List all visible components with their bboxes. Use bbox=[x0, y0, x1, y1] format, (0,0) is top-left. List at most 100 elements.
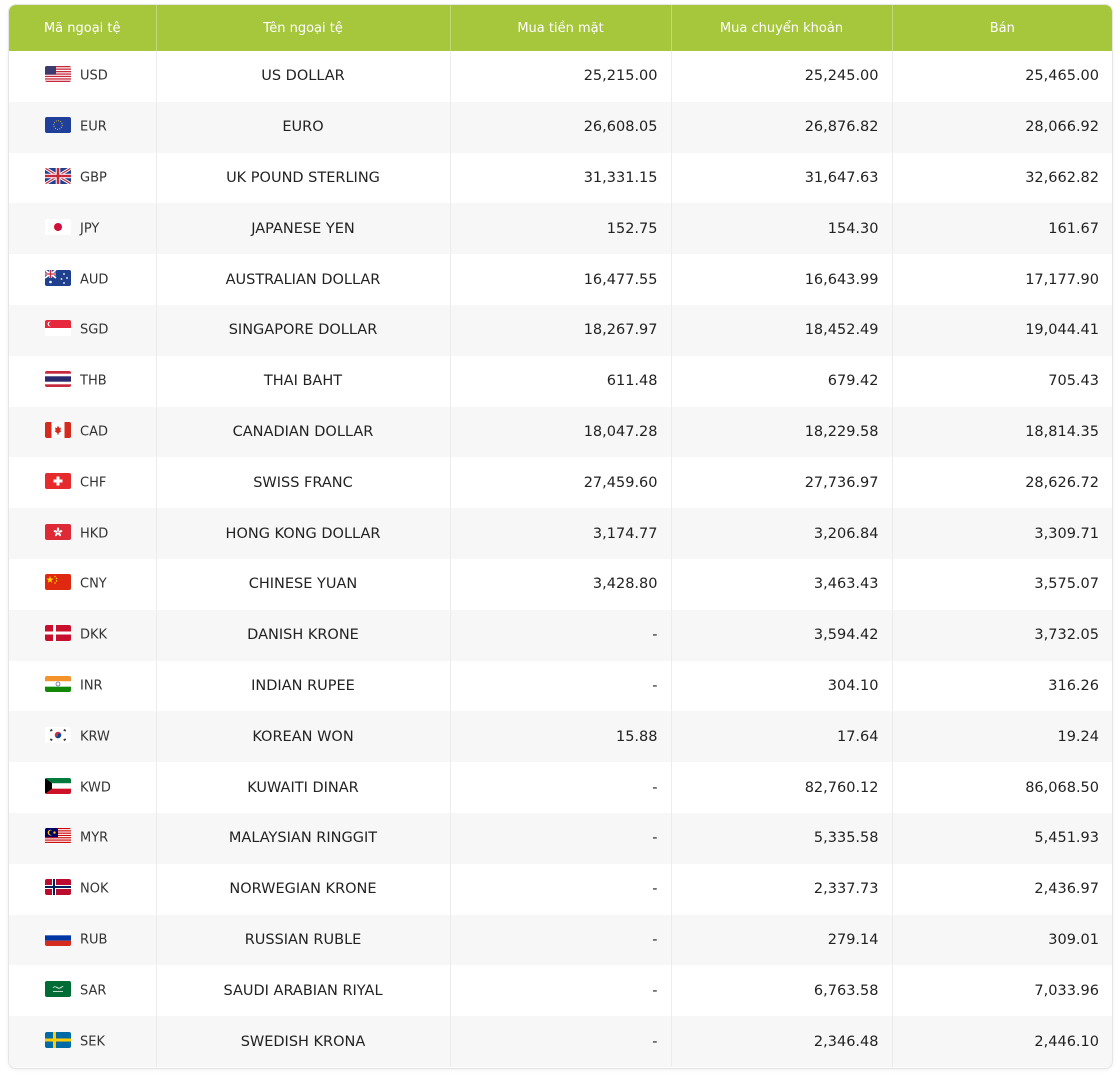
transfer-buy-rate: 154.30 bbox=[671, 203, 893, 255]
currency-code-cell: SEK bbox=[9, 1016, 157, 1067]
table-row: CNY CHINESE YUAN 3,428.80 3,463.43 3,575.07 bbox=[9, 558, 1112, 610]
currency-name: SINGAPORE DOLLAR bbox=[156, 304, 451, 356]
currency-code: NOK bbox=[80, 881, 109, 897]
sell-rate: 705.43 bbox=[892, 355, 1112, 407]
header-sell: Bán bbox=[892, 5, 1112, 51]
transfer-buy-rate: 6,763.58 bbox=[671, 965, 893, 1017]
transfer-buy-rate: 679.42 bbox=[671, 355, 893, 407]
table-row: MYR MALAYSIAN RINGGIT -5,335.58 5,451.93 bbox=[9, 812, 1112, 864]
cash-buy-rate: 25,215.00 bbox=[450, 51, 672, 102]
cash-buy-rate: - bbox=[450, 609, 672, 661]
currency-name: THAI BAHT bbox=[156, 355, 451, 407]
table-row: CHF SWISS FRANC 27,459.60 27,736.97 28,626.7… bbox=[9, 457, 1112, 509]
currency-name: CHINESE YUAN bbox=[156, 558, 451, 610]
transfer-buy-rate: 279.14 bbox=[671, 914, 893, 966]
currency-code-cell: EUR bbox=[9, 101, 157, 153]
transfer-buy-rate: 3,463.43 bbox=[671, 558, 893, 610]
table-row: THB THAI BAHT 611.48 679.42 705.43 bbox=[9, 355, 1112, 407]
sell-rate: 3,575.07 bbox=[892, 558, 1112, 610]
cash-buy-rate: - bbox=[450, 660, 672, 712]
sell-rate: 28,066.92 bbox=[892, 101, 1112, 153]
sell-rate: 2,446.10 bbox=[892, 1016, 1112, 1067]
currency-code: SGD bbox=[80, 322, 109, 338]
sell-rate: 2,436.97 bbox=[892, 863, 1112, 915]
sell-rate: 19,044.41 bbox=[892, 304, 1112, 356]
currency-code: EUR bbox=[80, 119, 107, 135]
currency-code: THB bbox=[80, 373, 107, 389]
sa-flag-icon bbox=[45, 980, 71, 997]
currency-code-cell: THB bbox=[9, 355, 157, 407]
currency-code: MYR bbox=[80, 830, 109, 846]
exchange-rate-table-container: Mã ngoại tệ Tên ngoại tệ Mua tiền mặt Mu… bbox=[8, 4, 1113, 1069]
currency-code-cell: AUD bbox=[9, 254, 157, 305]
currency-code-cell: KWD bbox=[9, 762, 157, 813]
currency-name: HONG KONG DOLLAR bbox=[156, 508, 451, 559]
kw-flag-icon bbox=[45, 777, 71, 794]
cash-buy-rate: 152.75 bbox=[450, 203, 672, 255]
table-row: NOK NORWEGIAN KRONE -2,337.73 2,436.97 bbox=[9, 863, 1112, 915]
cash-buy-rate: 26,608.05 bbox=[450, 101, 672, 153]
sell-rate: 161.67 bbox=[892, 203, 1112, 255]
cash-buy-rate: 31,331.15 bbox=[450, 152, 672, 204]
header-currency-name: Tên ngoại tệ bbox=[156, 5, 451, 51]
currency-code-cell: USD bbox=[9, 51, 157, 102]
currency-code: CNY bbox=[80, 576, 107, 592]
currency-code-cell: HKD bbox=[9, 508, 157, 559]
currency-code-cell: NOK bbox=[9, 863, 157, 915]
currency-code-cell: SAR bbox=[9, 965, 157, 1017]
currency-code: INR bbox=[80, 678, 103, 694]
sell-rate: 25,465.00 bbox=[892, 51, 1112, 102]
cash-buy-rate: - bbox=[450, 914, 672, 966]
sell-rate: 18,814.35 bbox=[892, 406, 1112, 458]
currency-name: US DOLLAR bbox=[156, 51, 451, 102]
currency-code: SAR bbox=[80, 983, 107, 999]
currency-code-cell: DKK bbox=[9, 609, 157, 661]
currency-code: DKK bbox=[80, 627, 108, 643]
ru-flag-icon bbox=[45, 929, 71, 946]
currency-code: SEK bbox=[80, 1034, 105, 1050]
eu-flag-icon bbox=[45, 117, 71, 134]
cash-buy-rate: 3,428.80 bbox=[450, 558, 672, 610]
table-row: HKD HONG KONG DOLLAR 3,174.77 3,206.84 3,309… bbox=[9, 508, 1112, 559]
currency-name: SWISS FRANC bbox=[156, 457, 451, 509]
header-transfer-buy: Mua chuyển khoản bbox=[671, 5, 893, 51]
currency-code: HKD bbox=[80, 526, 109, 542]
cash-buy-rate: 18,267.97 bbox=[450, 304, 672, 356]
currency-name: SWEDISH KRONA bbox=[156, 1016, 451, 1067]
header-currency-code: Mã ngoại tệ bbox=[9, 5, 157, 51]
gb-flag-icon bbox=[45, 167, 71, 184]
currency-name: SAUDI ARABIAN RIYAL bbox=[156, 965, 451, 1017]
sell-rate: 316.26 bbox=[892, 660, 1112, 712]
table-body: USD US DOLLAR 25,215.00 25,245.00 25,465.00 E… bbox=[9, 51, 1112, 1067]
table-row: RUB RUSSIAN RUBLE -279.14 309.01 bbox=[9, 914, 1112, 966]
header-row: Mã ngoại tệ Tên ngoại tệ Mua tiền mặt Mu… bbox=[9, 5, 1112, 51]
us-flag-icon bbox=[45, 66, 71, 83]
sell-rate: 3,732.05 bbox=[892, 609, 1112, 661]
currency-name: NORWEGIAN KRONE bbox=[156, 863, 451, 915]
currency-name: KOREAN WON bbox=[156, 711, 451, 763]
currency-code-cell: CNY bbox=[9, 558, 157, 610]
jp-flag-icon bbox=[45, 218, 71, 235]
table-row: GBP UK POUND STERLING 31,331.15 31,647.63 32… bbox=[9, 152, 1112, 204]
table-row: EUR EURO 26,608.05 26,876.82 28,066.92 bbox=[9, 101, 1112, 153]
transfer-buy-rate: 3,206.84 bbox=[671, 508, 893, 559]
cash-buy-rate: 18,047.28 bbox=[450, 406, 672, 458]
sell-rate: 7,033.96 bbox=[892, 965, 1112, 1017]
ch-flag-icon bbox=[45, 472, 71, 489]
currency-name: JAPANESE YEN bbox=[156, 203, 451, 255]
currency-code-cell: KRW bbox=[9, 711, 157, 763]
table-row: DKK DANISH KRONE -3,594.42 3,732.05 bbox=[9, 609, 1112, 661]
hk-flag-icon bbox=[45, 523, 71, 540]
currency-code: AUD bbox=[80, 272, 109, 288]
transfer-buy-rate: 17.64 bbox=[671, 711, 893, 763]
cash-buy-rate: 15.88 bbox=[450, 711, 672, 763]
cn-flag-icon bbox=[45, 574, 71, 591]
sell-rate: 309.01 bbox=[892, 914, 1112, 966]
table-header: Mã ngoại tệ Tên ngoại tệ Mua tiền mặt Mu… bbox=[9, 5, 1112, 51]
currency-code: GBP bbox=[80, 170, 107, 186]
currency-code-cell: GBP bbox=[9, 152, 157, 204]
sell-rate: 86,068.50 bbox=[892, 762, 1112, 813]
sell-rate: 5,451.93 bbox=[892, 812, 1112, 864]
table-row: JPY JAPANESE YEN 152.75 154.30 161.67 bbox=[9, 203, 1112, 255]
currency-code: CHF bbox=[80, 475, 107, 491]
